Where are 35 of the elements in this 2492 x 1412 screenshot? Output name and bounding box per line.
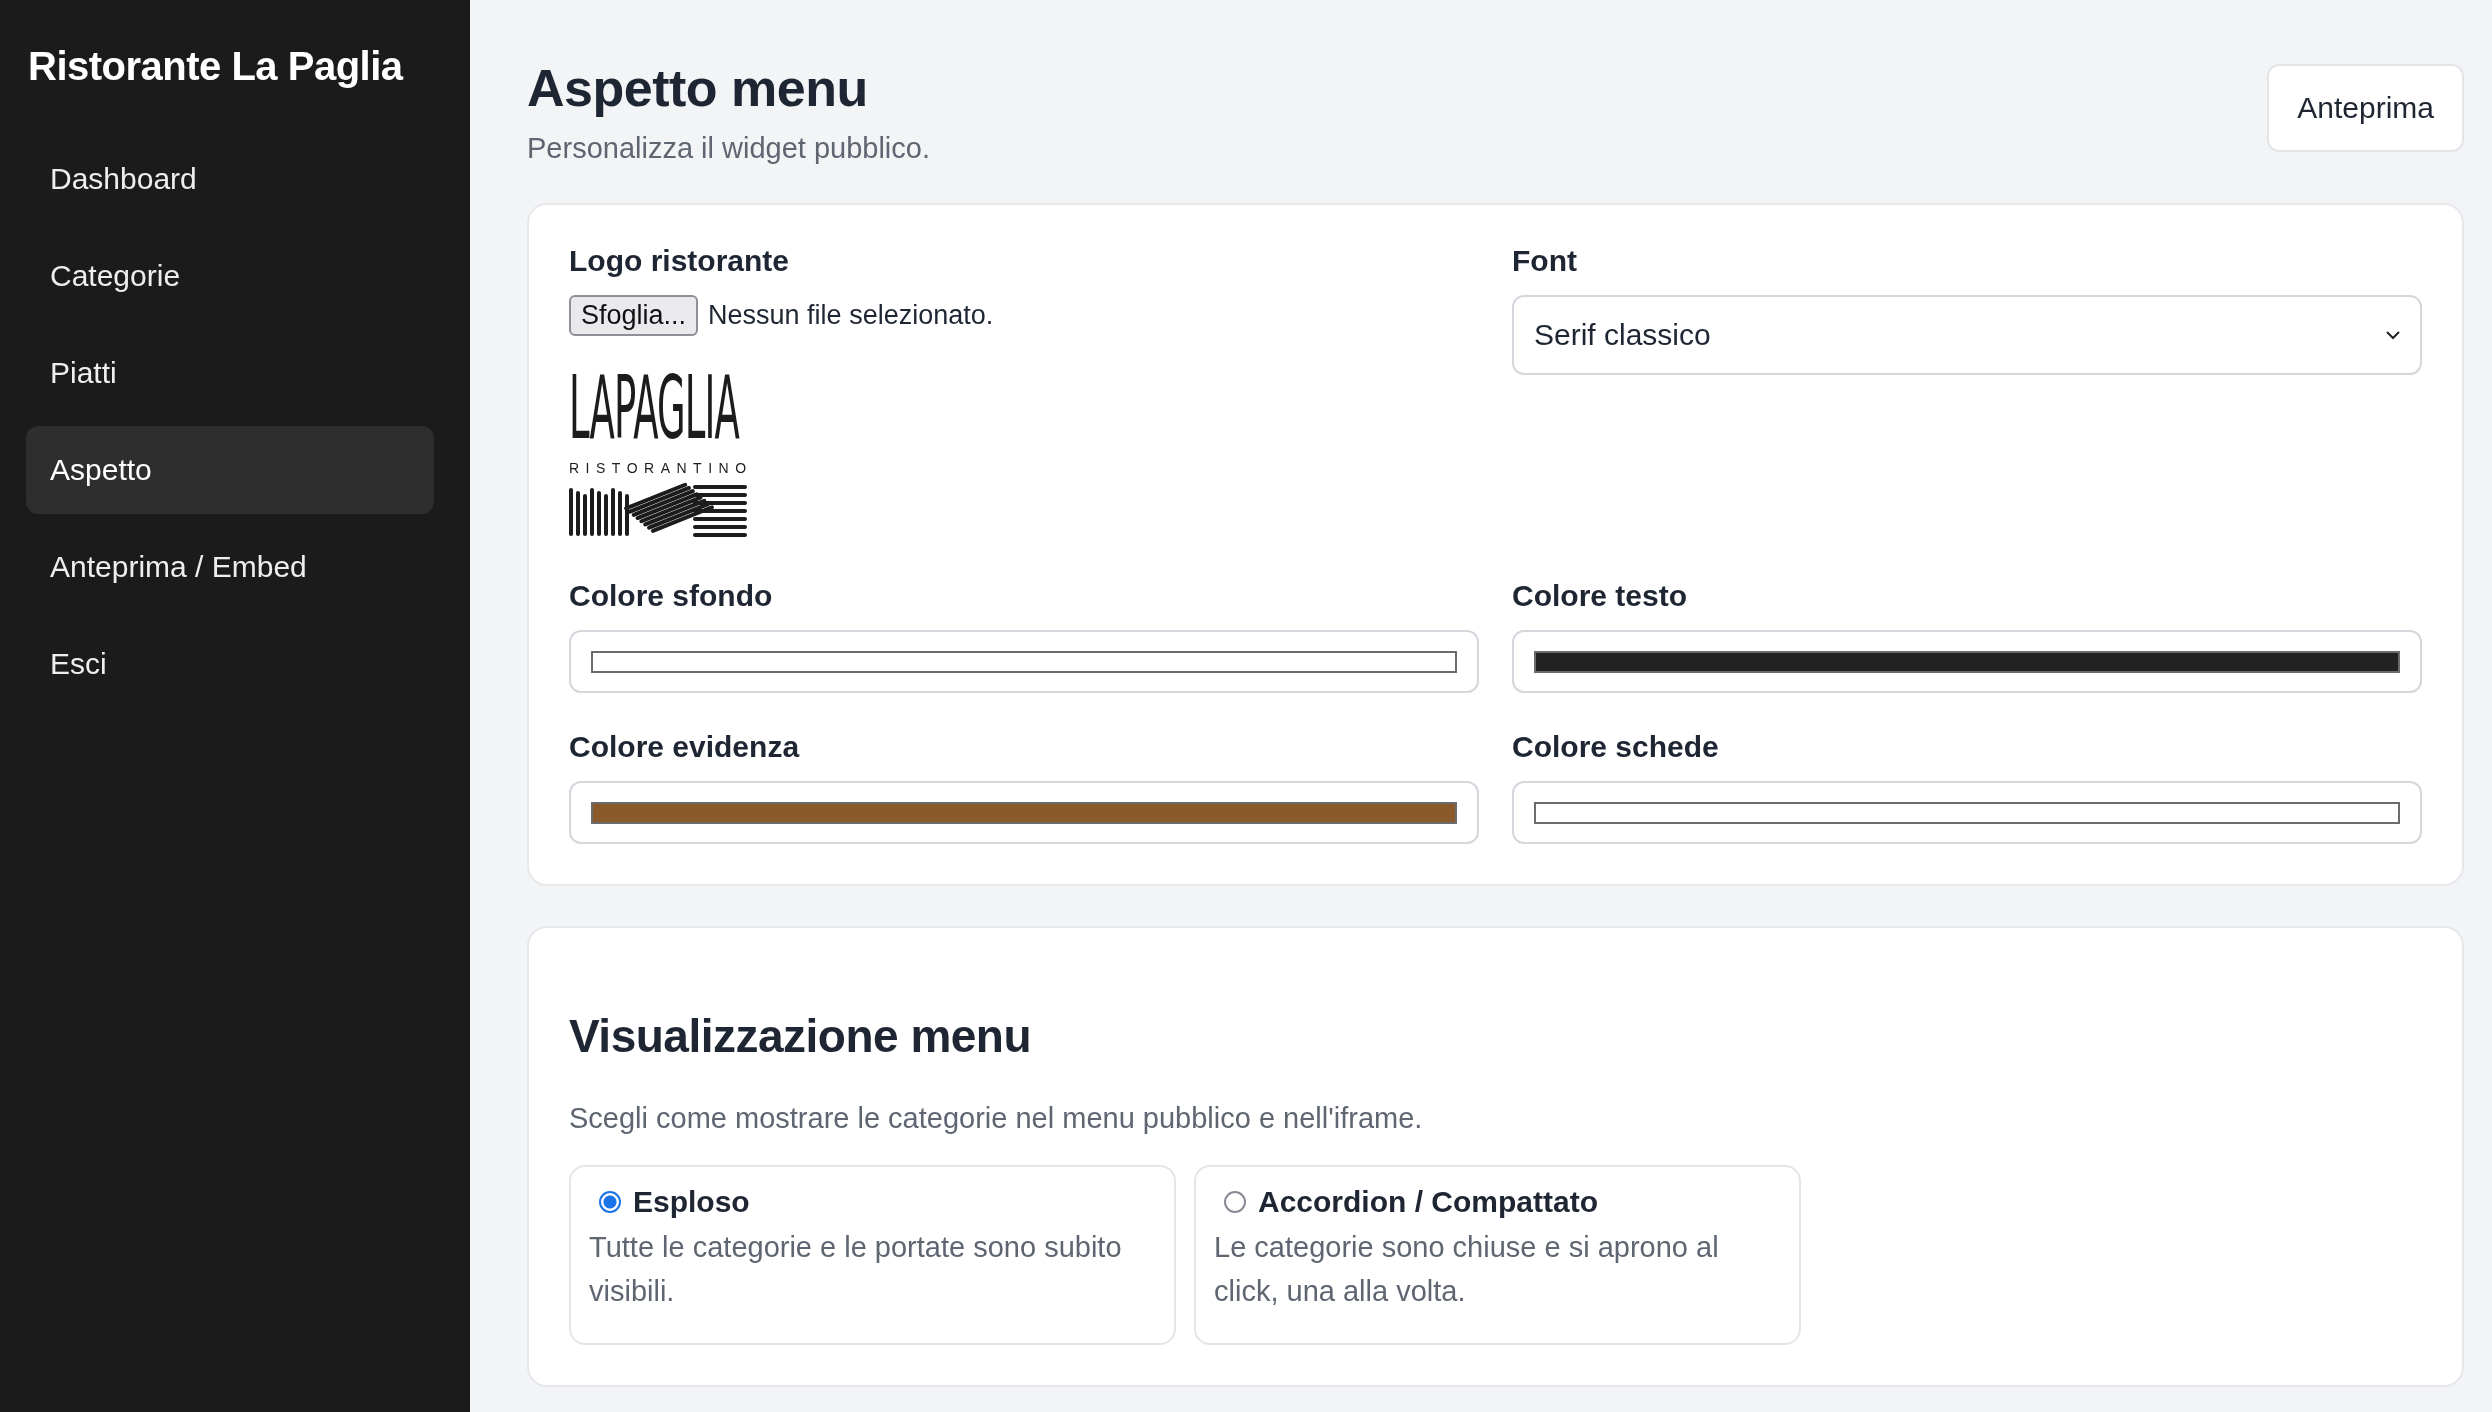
option-card[interactable]: Esploso Tutte le categorie e le portate sono subito visibili. [569, 1165, 1176, 1345]
option-description: Le categorie sono chiuse e si aprono al click, una alla volta. [1214, 1230, 1720, 1309]
page-subtitle: Personalizza il widget pubblico. [527, 132, 930, 165]
field-label: Logo ristorante [569, 243, 790, 279]
preview-button[interactable]: Anteprima [2267, 64, 2464, 152]
radio-button[interactable] [599, 1191, 621, 1213]
file-status: Nessun file selezionato. [708, 300, 994, 331]
radio-button[interactable] [1224, 1191, 1246, 1213]
section-description: Scegli come mostrare le categorie nel menu pubblico e nell'iframe. [569, 1102, 1424, 1135]
sidebar-item[interactable]: Dashboard [26, 135, 434, 223]
field-label: Font [1512, 243, 1578, 279]
option-label: Esploso [633, 1185, 750, 1219]
sidebar-item[interactable]: Piatti [26, 329, 434, 417]
chevron-down-icon [2386, 330, 2400, 340]
color-picker[interactable] [1512, 781, 2422, 844]
page-title: Aspetto menu [527, 58, 869, 119]
field-label: Colore evidenza [569, 729, 801, 765]
field-label: Colore schede [1512, 729, 1720, 765]
font-select[interactable]: Serif classico [1512, 295, 2422, 375]
section-title: Visualizzazione menu [569, 1009, 1033, 1064]
color-picker[interactable] [569, 781, 1479, 844]
sidebar-item[interactable]: Anteprima / Embed [26, 523, 434, 611]
sidebar-item[interactable]: Esci [26, 620, 434, 708]
field-label: Colore testo [1512, 578, 1689, 614]
field-label: Colore sfondo [569, 578, 774, 614]
option-description: Tutte le categorie e le portate sono subito visibili. [589, 1230, 1123, 1309]
logo-image: LAPAGLIA RISTORANTINO [569, 360, 749, 542]
browse-button[interactable]: Sfoglia... [569, 295, 699, 336]
color-picker[interactable] [569, 630, 1479, 693]
option-card[interactable]: Accordion / Compattato Le categorie sono chiuse e si aprono al click, una alla volta. [1194, 1165, 1801, 1345]
brand-title: Ristorante La Paglia [27, 44, 405, 89]
color-picker[interactable] [1512, 630, 2422, 693]
sidebar-item[interactable]: Categorie [26, 232, 434, 320]
sidebar-item[interactable]: Aspetto [26, 426, 434, 514]
option-label: Accordion / Compattato [1258, 1185, 1598, 1219]
